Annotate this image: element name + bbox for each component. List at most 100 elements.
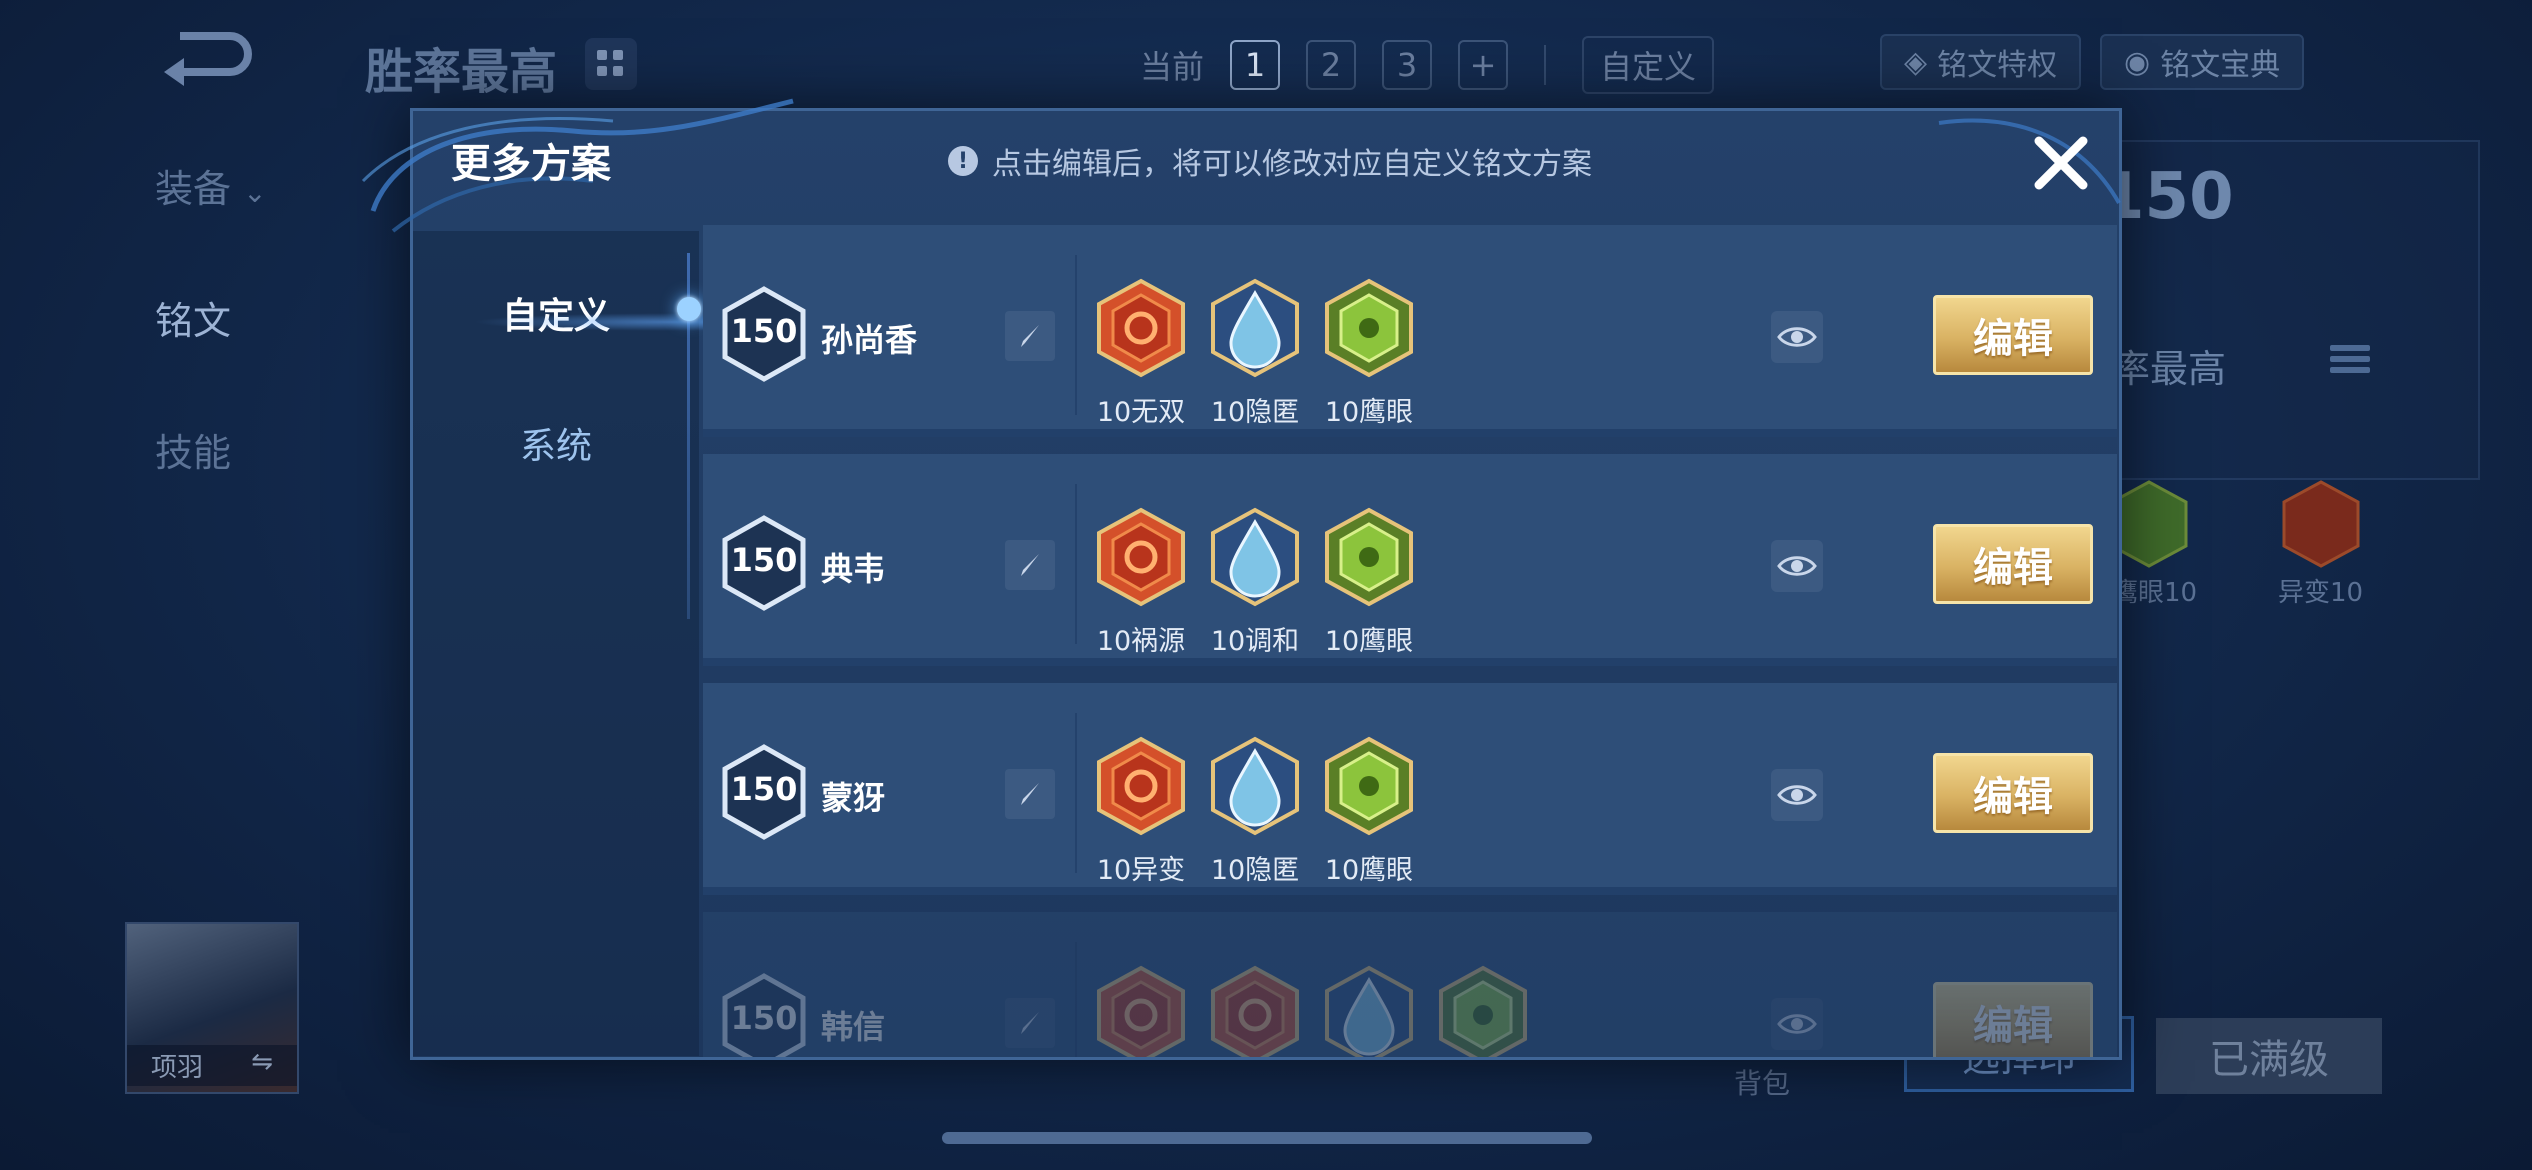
rune-guide-label: 铭文宝典 <box>2160 48 2281 83</box>
rune-slot: 10鹰眼 <box>1323 277 1415 429</box>
edit-button[interactable]: 编辑 <box>1933 753 2093 833</box>
plan-row: 150 孙尚香 10无双 10隐匿 10鹰眼 编辑 <box>703 225 2117 437</box>
rune-slot <box>1209 964 1301 1057</box>
red-rune-icon <box>1095 735 1187 844</box>
green-rune-icon <box>1323 506 1415 615</box>
green-rune-icon <box>1437 964 1529 1057</box>
maxed-button[interactable]: 已满级 <box>2156 1018 2382 1094</box>
rune-label: 10祸源 <box>1096 626 1186 657</box>
blue-rune-icon <box>1209 277 1301 386</box>
preview-button[interactable] <box>1771 769 1823 821</box>
bg-rune-label-2: 异变10 <box>2278 578 2364 608</box>
page-selector: 当前 1 2 3 + 自定义 <box>1140 36 1715 94</box>
rune-guide-button[interactable]: ◉ 铭文宝典 <box>2100 34 2305 90</box>
tab-system[interactable]: 系统 <box>413 417 699 469</box>
plan-level: 150 <box>730 999 798 1037</box>
plan-level: 150 <box>730 541 798 579</box>
swap-icon[interactable]: ⇋ <box>251 1047 273 1084</box>
edit-button[interactable]: 编辑 <box>1933 524 2093 604</box>
divider <box>1544 45 1547 85</box>
rune-slot: 10鹰眼 <box>1323 506 1415 658</box>
plan-hero-name: 典韦 <box>821 550 886 588</box>
edit-button[interactable]: 编辑 <box>1933 982 2093 1057</box>
row-divider <box>1075 484 1077 644</box>
preview-button[interactable] <box>1771 311 1823 363</box>
rename-button[interactable] <box>1005 311 1055 361</box>
rune-label: 10异变 <box>1096 855 1186 886</box>
bg-rate-label: 率最高 <box>2112 347 2227 391</box>
grid-icon[interactable] <box>585 38 637 90</box>
eye-icon[interactable] <box>1777 1011 1817 1037</box>
rune-group <box>1095 964 1529 1057</box>
plan-row: 150 典韦 10祸源 10调和 10鹰眼 编辑 <box>703 454 2117 666</box>
active-tab-indicator <box>677 297 701 321</box>
red-rune-icon <box>1095 964 1187 1057</box>
hero-portrait[interactable]: 项羽 ⇋ <box>125 922 299 1094</box>
rename-button[interactable] <box>1005 540 1055 590</box>
rune-slot: 10调和 <box>1209 506 1301 658</box>
rune-group: 10祸源 10调和 10鹰眼 <box>1095 506 1415 658</box>
plan-level: 150 <box>730 770 798 808</box>
privilege-icon: ◈ <box>1904 44 1928 80</box>
side-item-equipment[interactable]: 装备 ⌄ <box>155 158 267 213</box>
rune-slot <box>1437 964 1529 1057</box>
plan-row: 150 韩信 编辑 <box>703 912 2117 1057</box>
preview-button[interactable] <box>1771 540 1823 592</box>
plan-hero-name: 蒙犽 <box>821 779 886 817</box>
bg-title: 胜率最高 <box>365 44 558 100</box>
edit-button[interactable]: 编辑 <box>1933 295 2093 375</box>
menu-icon[interactable] <box>2330 340 2370 380</box>
back-arrow-icon[interactable] <box>150 30 260 90</box>
blue-rune-icon <box>1323 964 1415 1057</box>
blue-rune-icon <box>1209 735 1301 844</box>
rune-group: 10异变 10隐匿 10鹰眼 <box>1095 735 1415 887</box>
rune-group: 10无双 10隐匿 10鹰眼 <box>1095 277 1415 429</box>
plan-level: 150 <box>730 312 798 350</box>
eye-icon[interactable] <box>1777 782 1817 808</box>
eye-icon[interactable] <box>1777 324 1817 350</box>
eye-icon[interactable] <box>1777 553 1817 579</box>
plan-type-nav <box>413 231 699 1056</box>
red-rune-icon <box>1095 277 1187 386</box>
green-rune-icon <box>1323 735 1415 844</box>
bg-rune-label-1: 鹰眼10 <box>2112 578 2198 608</box>
current-label: 当前 <box>1140 48 1205 86</box>
rune-privilege-button[interactable]: ◈ 铭文特权 <box>1880 34 2082 90</box>
close-icon[interactable] <box>2029 131 2093 195</box>
bag-label[interactable]: 背包 <box>1734 1062 1790 1102</box>
close-button[interactable] <box>2023 125 2099 201</box>
red-rune-icon <box>1095 506 1187 615</box>
pen-icon[interactable] <box>1015 1008 1045 1038</box>
rename-button[interactable] <box>1005 998 1055 1048</box>
add-page-button[interactable]: + <box>1458 40 1509 90</box>
pen-icon[interactable] <box>1015 550 1045 580</box>
rune-privilege-label: 铭文特权 <box>1937 48 2058 83</box>
tab-custom[interactable]: 自定义 <box>413 287 719 339</box>
red-rune-icon <box>1209 964 1301 1057</box>
plan-row: 150 蒙犽 10异变 10隐匿 10鹰眼 编辑 <box>703 683 2117 895</box>
row-divider <box>1075 255 1077 415</box>
plan-list[interactable]: 150 孙尚香 10无双 10隐匿 10鹰眼 编辑 150 典韦 10祸源 10… <box>703 225 2117 1057</box>
bg-red-rune-icon <box>2282 480 2360 568</box>
home-indicator[interactable] <box>942 1132 1592 1144</box>
side-item-runes[interactable]: 铭文 <box>155 290 231 345</box>
page-1-button[interactable]: 1 <box>1230 40 1281 90</box>
guide-icon: ◉ <box>2124 44 2151 80</box>
modal-hint-text: 点击编辑后，将可以修改对应自定义铭文方案 <box>992 147 1592 182</box>
rune-slot <box>1095 964 1187 1057</box>
rune-label: 10鹰眼 <box>1324 397 1414 428</box>
preview-button[interactable] <box>1771 998 1823 1050</box>
rune-label: 10鹰眼 <box>1324 855 1414 886</box>
pen-icon[interactable] <box>1015 779 1045 809</box>
rune-label: 10无双 <box>1096 397 1186 428</box>
rune-label: 10鹰眼 <box>1324 626 1414 657</box>
pen-icon[interactable] <box>1015 321 1045 351</box>
more-plans-modal: 更多方案 ! 点击编辑后，将可以修改对应自定义铭文方案 自定义 系统 150 孙… <box>361 98 2122 1060</box>
page-2-button[interactable]: 2 <box>1306 40 1357 90</box>
custom-button[interactable]: 自定义 <box>1582 36 1715 94</box>
page-3-button[interactable]: 3 <box>1382 40 1433 90</box>
side-item-skills[interactable]: 技能 <box>155 422 231 477</box>
plan-hero-name: 孙尚香 <box>821 321 918 359</box>
rune-label: 10调和 <box>1210 626 1300 657</box>
rename-button[interactable] <box>1005 769 1055 819</box>
